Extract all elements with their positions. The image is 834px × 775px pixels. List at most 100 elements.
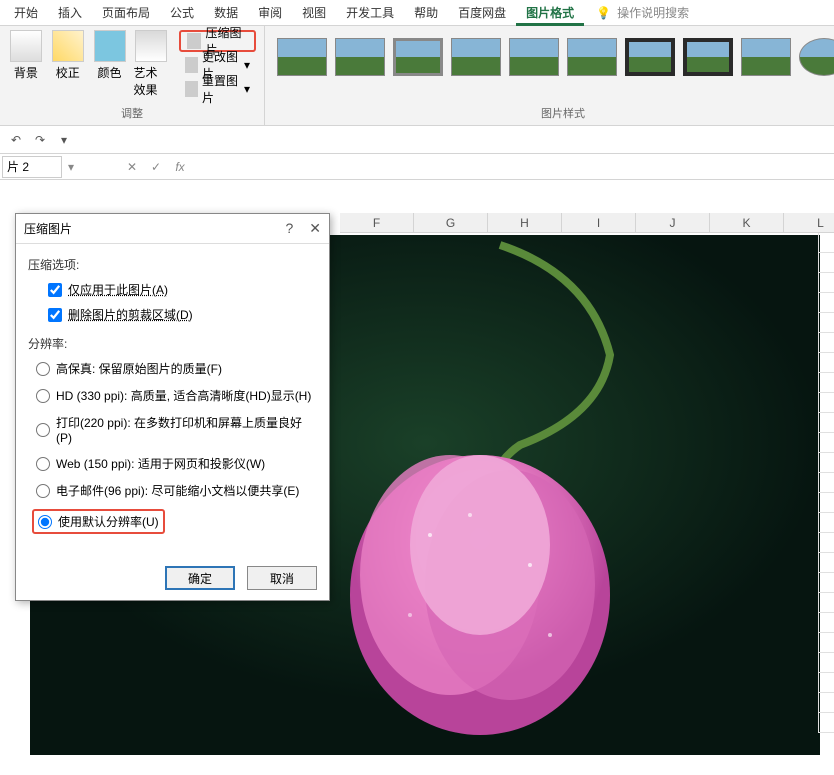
tab-data[interactable]: 数据 [204,0,248,26]
lightbulb-icon: 💡 [596,6,611,20]
worksheet-area: F G H I J K L [0,180,834,775]
delete-crop-checkbox[interactable] [48,308,62,322]
corrections-icon [52,30,84,62]
web-radio[interactable] [36,457,50,471]
col-header-g[interactable]: G [414,213,488,233]
tell-me-search[interactable]: 操作说明搜索 [617,4,689,21]
hd-radio-row[interactable]: HD (330 ppi): 高质量, 适合高清晰度(HD)显示(H) [36,387,317,404]
picture-style-10[interactable] [799,38,834,76]
background-icon [10,30,42,62]
col-header-i[interactable]: I [562,213,636,233]
dropdown-icon[interactable]: ▾ [56,132,72,148]
bg-label: 背景 [14,64,38,81]
ribbon-tabs: 开始 插入 页面布局 公式 数据 审阅 视图 开发工具 帮助 百度网盘 图片格式… [0,0,834,26]
ribbon-content: 背景 校正 颜色 艺术效果 压缩图片 更改图片 [0,26,834,126]
grid-lines [818,233,834,753]
tab-baidu[interactable]: 百度网盘 [448,0,516,26]
styles-group: 图片样式 [265,26,834,125]
tab-help[interactable]: 帮助 [404,0,448,26]
art-label: 艺术效果 [133,64,169,98]
corrections-button[interactable]: 校正 [50,30,86,100]
picture-style-8[interactable] [683,38,733,76]
email-label: 电子邮件(96 ppi): 尽可能缩小文档以便共享(E) [56,482,299,499]
picture-style-2[interactable] [335,38,385,76]
print-label: 打印(220 ppi): 在多数打印机和屏幕上质量良好(P) [56,414,317,445]
adjust-group: 背景 校正 颜色 艺术效果 压缩图片 更改图片 [0,26,265,125]
picture-style-4[interactable] [451,38,501,76]
apply-only-label: 仅应用于此图片(A) [68,281,168,298]
compress-options-label: 压缩选项: [28,256,317,273]
name-box[interactable]: 片 2 [2,156,62,178]
fx-icon[interactable]: fx [168,160,192,174]
web-label: Web (150 ppi): 适用于网页和投影仪(W) [56,455,265,472]
default-label: 使用默认分辨率(U) [58,513,159,530]
tab-picture-format[interactable]: 图片格式 [516,0,584,26]
picture-style-1[interactable] [277,38,327,76]
col-header-h[interactable]: H [488,213,562,233]
cancel-icon[interactable]: ✕ [120,160,144,174]
compress-icon [187,33,201,49]
email-radio[interactable] [36,484,50,498]
dropdown-icon: ▾ [244,82,250,96]
apply-only-checkbox[interactable] [48,283,62,297]
reset-picture-button[interactable]: 重置图片 ▾ [179,78,256,100]
hd-radio[interactable] [36,389,50,403]
quick-access-toolbar: ↶ ↷ ▾ [0,126,834,154]
dropdown-icon: ▾ [244,58,250,72]
email-radio-row[interactable]: 电子邮件(96 ppi): 尽可能缩小文档以便共享(E) [36,482,317,499]
color-icon [94,30,126,62]
tab-dev[interactable]: 开发工具 [336,0,404,26]
name-box-dropdown-icon[interactable]: ▾ [62,160,80,174]
dialog-help-icon[interactable]: ? [285,220,293,237]
picture-style-5[interactable] [509,38,559,76]
artistic-icon [135,30,167,62]
print-radio[interactable] [36,423,50,437]
color-label: 颜色 [98,64,122,81]
change-icon [185,57,198,73]
ok-button[interactable]: 确定 [165,566,235,590]
hifi-radio-row[interactable]: 高保真: 保留原始图片的质量(F) [36,360,317,377]
cancel-button[interactable]: 取消 [247,566,317,590]
tab-insert[interactable]: 插入 [48,0,92,26]
tab-view[interactable]: 视图 [292,0,336,26]
col-header-f[interactable]: F [340,213,414,233]
dialog-close-icon[interactable]: ✕ [309,220,321,237]
delete-crop-label: 删除图片的剪裁区域(D) [68,306,193,323]
web-radio-row[interactable]: Web (150 ppi): 适用于网页和投影仪(W) [36,455,317,472]
dialog-title-text: 压缩图片 [24,220,72,237]
color-button[interactable]: 颜色 [92,30,128,100]
reset-label: 重置图片 [202,72,240,106]
hifi-radio[interactable] [36,362,50,376]
enter-icon[interactable]: ✓ [144,160,168,174]
picture-style-7[interactable] [625,38,675,76]
styles-group-label: 图片样式 [273,105,834,121]
default-radio-row[interactable]: 使用默认分辨率(U) [32,509,165,534]
adjust-group-label: 调整 [8,105,256,121]
remove-bg-button[interactable]: 背景 [8,30,44,100]
corr-label: 校正 [56,64,80,81]
col-header-k[interactable]: K [710,213,784,233]
tab-formula[interactable]: 公式 [160,0,204,26]
col-header-j[interactable]: J [636,213,710,233]
col-header-l[interactable]: L [784,213,834,233]
picture-style-3[interactable] [393,38,443,76]
undo-icon[interactable]: ↶ [8,132,24,148]
tab-review[interactable]: 审阅 [248,0,292,26]
picture-style-6[interactable] [567,38,617,76]
default-radio[interactable] [38,515,52,529]
dialog-titlebar: 压缩图片 ? ✕ [16,214,329,244]
formula-bar: 片 2 ▾ ✕ ✓ fx [0,154,834,180]
column-headers: F G H I J K L [340,213,834,233]
reset-icon [185,81,198,97]
hd-label: HD (330 ppi): 高质量, 适合高清晰度(HD)显示(H) [56,387,311,404]
compress-pictures-dialog: 压缩图片 ? ✕ 压缩选项: 仅应用于此图片(A) 删除图片的剪裁区域(D) 分… [15,213,330,601]
tab-layout[interactable]: 页面布局 [92,0,160,26]
tab-home[interactable]: 开始 [4,0,48,26]
artistic-button[interactable]: 艺术效果 [133,30,169,100]
print-radio-row[interactable]: 打印(220 ppi): 在多数打印机和屏幕上质量良好(P) [36,414,317,445]
apply-only-checkbox-row[interactable]: 仅应用于此图片(A) [48,281,317,298]
picture-style-9[interactable] [741,38,791,76]
delete-crop-checkbox-row[interactable]: 删除图片的剪裁区域(D) [48,306,317,323]
redo-icon[interactable]: ↷ [32,132,48,148]
resolution-label: 分辨率: [28,335,317,352]
